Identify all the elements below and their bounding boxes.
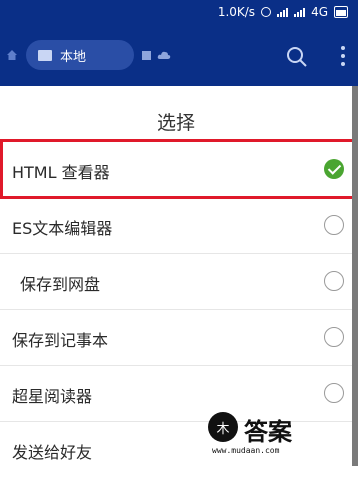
watermark-logo: 木 (208, 412, 238, 442)
watermark-brand: 答案 (244, 418, 292, 446)
radio-icon[interactable] (324, 271, 344, 291)
home-icon[interactable] (6, 49, 18, 61)
more-options-icon[interactable] (340, 46, 346, 68)
selection-highlight-box (0, 139, 356, 199)
dialog-title: 选择 (156, 112, 195, 134)
watermark: 木 答案 www.mudaan.com (208, 410, 348, 462)
option-label: 保存到网盘 (20, 275, 101, 294)
status-bar: 1.0K/s 4G (0, 0, 358, 26)
chooser-dialog: 选择 HTML 查看器 ES文本编辑器 保存到网盘 保存到记事本 超星阅读器 发… (0, 86, 356, 466)
radio-icon[interactable] (324, 327, 344, 347)
signal-icon (277, 7, 289, 17)
app-header: 1.0K/s 4G 本地 (0, 0, 358, 86)
location-chip[interactable]: 本地 (26, 40, 134, 70)
alarm-icon (261, 7, 272, 17)
toolbar: 本地 (0, 38, 358, 74)
network-speed: 1.0K/s (217, 5, 256, 19)
location-label: 本地 (60, 49, 87, 65)
option-label: 超星阅读器 (12, 387, 93, 406)
radio-icon[interactable] (324, 383, 344, 403)
battery-icon (334, 6, 348, 18)
search-icon[interactable] (285, 45, 309, 69)
option-es-text-editor[interactable]: ES文本编辑器 (0, 198, 352, 254)
cloud-icon[interactable] (157, 50, 171, 60)
signal-icon-2 (294, 7, 306, 17)
option-label: 保存到记事本 (12, 331, 109, 350)
option-label: 发送给好友 (12, 443, 93, 462)
window-icon[interactable] (142, 51, 151, 60)
option-save-to-cloud[interactable]: 保存到网盘 (0, 254, 352, 310)
option-save-to-notepad[interactable]: 保存到记事本 (0, 310, 352, 366)
option-label: ES文本编辑器 (12, 219, 113, 238)
folder-icon (38, 49, 52, 61)
watermark-url: www.mudaan.com (212, 446, 280, 455)
radio-icon[interactable] (324, 215, 344, 235)
backdrop-edge (352, 86, 358, 466)
network-type: 4G (311, 5, 328, 19)
